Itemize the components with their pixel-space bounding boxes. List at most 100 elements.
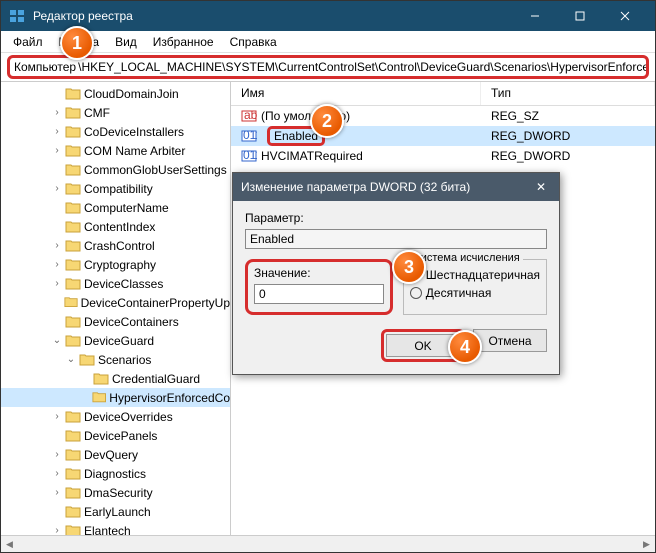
tree-label: DevicePanels	[84, 429, 157, 443]
tree-item[interactable]: ComputerName	[1, 198, 230, 217]
tree-label: CloudDomainJoin	[84, 87, 179, 101]
tree-item[interactable]: ⌄ DeviceGuard	[1, 331, 230, 350]
folder-icon	[65, 486, 81, 500]
tree-item[interactable]: CommonGlobUserSettings	[1, 160, 230, 179]
menubar: Файл Правка Вид Избранное Справка	[1, 31, 655, 53]
cancel-button[interactable]: Отмена	[473, 329, 547, 352]
scroll-track[interactable]	[18, 536, 638, 552]
radix-dec[interactable]: Десятичная	[410, 286, 540, 300]
value-input[interactable]	[254, 284, 384, 304]
value-section: Значение:	[245, 259, 393, 315]
callout-2: 2	[310, 104, 344, 138]
tree-label: CommonGlobUserSettings	[84, 163, 227, 177]
folder-icon	[65, 334, 81, 348]
tree-item[interactable]: ⌄ Scenarios	[1, 350, 230, 369]
tree-label: DmaSecurity	[84, 486, 153, 500]
tree-label: ComputerName	[84, 201, 169, 215]
tree-label: DeviceOverrides	[84, 410, 173, 424]
tree-panel[interactable]: CloudDomainJoin›CMF›CoDeviceInstallers›C…	[1, 82, 231, 535]
tree-item[interactable]: › DevQuery	[1, 445, 230, 464]
value-name: HVCIMATRequired	[261, 149, 363, 163]
tree-item[interactable]: ›Elantech	[1, 521, 230, 535]
tree-item[interactable]: ›Compatibility	[1, 179, 230, 198]
tree-label: Scenarios	[98, 353, 151, 367]
tree-item[interactable]: ›Cryptography	[1, 255, 230, 274]
scroll-right-icon[interactable]: ▶	[638, 536, 655, 552]
tree-item[interactable]: › CoDeviceInstallers	[1, 122, 230, 141]
h-scrollbar[interactable]: ◀ ▶	[1, 535, 655, 552]
radix-legend: Система исчисления	[410, 252, 523, 264]
value-type: REG_DWORD	[481, 149, 655, 163]
tree-item[interactable]: DevicePanels	[1, 426, 230, 445]
tree-item[interactable]: EarlyLaunch	[1, 502, 230, 521]
folder-icon	[65, 239, 81, 253]
minimize-button[interactable]	[512, 1, 557, 31]
expand-icon[interactable]: ›	[51, 107, 63, 118]
close-button[interactable]	[602, 1, 647, 31]
expand-icon[interactable]: ›	[51, 126, 63, 137]
expand-icon[interactable]: ›	[51, 145, 63, 156]
tree-label: CrashControl	[84, 239, 155, 253]
tree-item[interactable]: ›COM Name Arbiter	[1, 141, 230, 160]
window-title: Редактор реестра	[33, 9, 512, 23]
menu-view[interactable]: Вид	[107, 33, 145, 51]
expand-icon[interactable]: ›	[51, 259, 63, 270]
tree-label: CoDeviceInstallers	[84, 125, 184, 139]
menu-favorites[interactable]: Избранное	[145, 33, 222, 51]
tree-label: Diagnostics	[84, 467, 146, 481]
folder-icon	[65, 524, 81, 536]
dialog-close-icon[interactable]: ✕	[531, 180, 551, 194]
folder-icon	[79, 353, 95, 367]
menu-file[interactable]: Файл	[5, 33, 51, 51]
value-row[interactable]: 011HVCIMATRequiredREG_DWORD	[231, 146, 655, 166]
expand-icon[interactable]: ›	[51, 468, 63, 479]
tree-item[interactable]: › CrashControl	[1, 236, 230, 255]
titlebar[interactable]: Редактор реестра	[1, 1, 655, 31]
folder-icon	[65, 315, 81, 329]
col-name[interactable]: Имя	[231, 82, 481, 105]
expand-icon[interactable]: ⌄	[65, 354, 77, 365]
tree-item[interactable]: CredentialGuard	[1, 369, 230, 388]
folder-icon	[65, 106, 81, 120]
tree-item[interactable]: DeviceContainers	[1, 312, 230, 331]
scroll-left-icon[interactable]: ◀	[1, 536, 18, 552]
folder-icon	[65, 467, 81, 481]
folder-icon	[65, 163, 81, 177]
folder-icon	[65, 277, 81, 291]
folder-icon	[65, 125, 81, 139]
tree-label: DeviceGuard	[84, 334, 154, 348]
tree-label: DeviceClasses	[84, 277, 163, 291]
tree-item[interactable]: › Diagnostics	[1, 464, 230, 483]
folder-icon	[65, 182, 81, 196]
maximize-button[interactable]	[557, 1, 602, 31]
column-headers: Имя Тип	[231, 82, 655, 106]
expand-icon[interactable]: ⌄	[51, 335, 63, 346]
tree-item[interactable]: DeviceContainerPropertyUp	[1, 293, 230, 312]
tree-item[interactable]: › DeviceOverrides	[1, 407, 230, 426]
expand-icon[interactable]: ›	[51, 240, 63, 251]
expand-icon[interactable]: ›	[51, 449, 63, 460]
tree-item[interactable]: CloudDomainJoin	[1, 84, 230, 103]
param-input[interactable]	[245, 229, 547, 249]
expand-icon[interactable]: ›	[51, 411, 63, 422]
value-row[interactable]: ab(По умолчанию)REG_SZ	[231, 106, 655, 126]
col-type[interactable]: Тип	[481, 82, 655, 105]
expand-icon[interactable]: ›	[51, 278, 63, 289]
tree-item[interactable]: › DmaSecurity	[1, 483, 230, 502]
expand-icon[interactable]: ›	[51, 525, 63, 535]
dialog-titlebar[interactable]: Изменение параметра DWORD (32 бита) ✕	[233, 173, 559, 201]
address-bar[interactable]: Компьютер \HKEY_LOCAL_MACHINE\SYSTEM\Cur…	[7, 55, 649, 79]
tree-item[interactable]: ContentIndex	[1, 217, 230, 236]
menu-help[interactable]: Справка	[222, 33, 285, 51]
tree-label: DeviceContainerPropertyUp	[81, 296, 230, 310]
value-row[interactable]: 011EnabledREG_DWORD	[231, 126, 655, 146]
expand-icon[interactable]: ›	[51, 183, 63, 194]
tree-label: ContentIndex	[84, 220, 155, 234]
radix-hex[interactable]: Шестнадцатеричная	[410, 268, 540, 282]
tree-item[interactable]: HypervisorEnforcedCo	[1, 388, 230, 407]
tree-item[interactable]: › DeviceClasses	[1, 274, 230, 293]
expand-icon[interactable]: ›	[51, 487, 63, 498]
tree-label: DevQuery	[84, 448, 138, 462]
tree-item[interactable]: ›CMF	[1, 103, 230, 122]
value-type: REG_SZ	[481, 109, 655, 123]
